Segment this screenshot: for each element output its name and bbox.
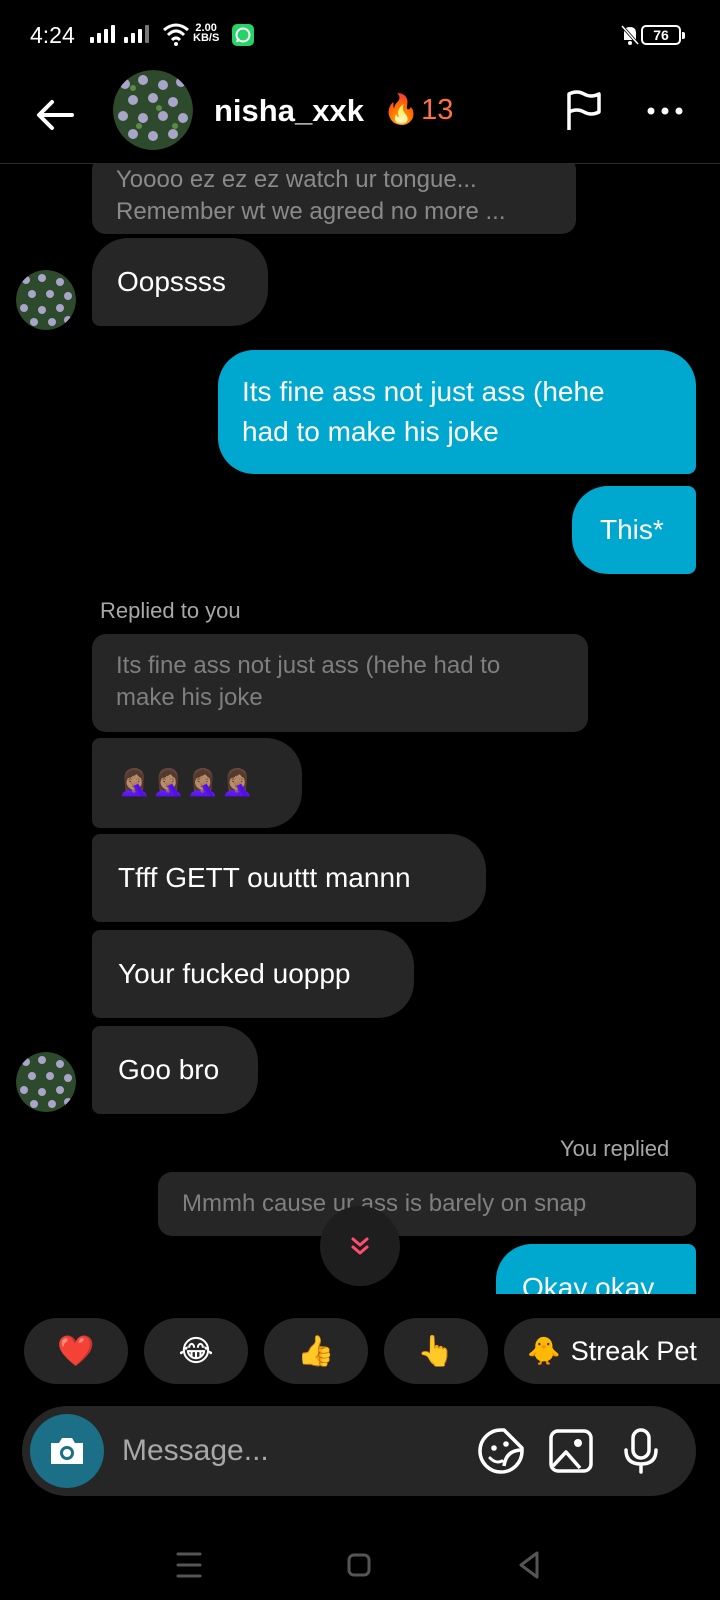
outgoing-message[interactable]: Okay okay [496, 1244, 696, 1294]
reaction-thumbs-up[interactable]: 👍 [264, 1318, 368, 1384]
signal-icon [90, 25, 115, 43]
incoming-message[interactable]: 🤦🏽‍♀️🤦🏽‍♀️🤦🏽‍♀️🤦🏽‍♀️ [92, 738, 302, 828]
message-text: Okay okay [522, 1272, 655, 1294]
quick-reactions-bar: ❤️ 😂 👍 👆 🐥 Streak Pet [0, 1318, 720, 1386]
camera-button[interactable] [30, 1414, 104, 1488]
quoted-message[interactable]: Its fine ass not just ass (hehe had to m… [92, 634, 588, 732]
wifi-icon [163, 23, 189, 46]
mute-bell-icon [620, 25, 640, 45]
back-arrow-icon[interactable] [30, 90, 80, 140]
gallery-icon[interactable] [546, 1426, 596, 1476]
double-chevron-down-icon [351, 1237, 369, 1255]
outgoing-message[interactable]: Its fine ass not just ass (hehe had to m… [218, 350, 696, 474]
incoming-message[interactable]: Your fucked uoppp [92, 930, 414, 1018]
chat-header: nisha_xxk 🔥 13 [0, 70, 720, 164]
network-speed-unit: KB/S [193, 32, 220, 44]
you-replied-label: You replied [560, 1136, 670, 1161]
reaction-point-up[interactable]: 👆 [384, 1318, 488, 1384]
message-text: This* [600, 514, 664, 545]
outgoing-message[interactable]: This* [572, 486, 696, 574]
heart-icon: ❤️ [57, 1334, 95, 1368]
back-nav-icon[interactable] [504, 1540, 554, 1590]
system-nav-bar [0, 1530, 720, 1600]
point-up-icon: 👆 [417, 1334, 455, 1368]
chat-username[interactable]: nisha_xxk [214, 93, 364, 129]
reaction-laugh[interactable]: 😂 [144, 1318, 248, 1384]
incoming-message[interactable]: Oopssss [92, 238, 268, 326]
incoming-message[interactable]: Goo bro [92, 1026, 258, 1114]
status-bar: 4:24 2.00 KB/S 76 [0, 0, 720, 70]
flag-icon[interactable] [561, 88, 607, 134]
streak-count: 13 [421, 93, 454, 126]
message-composer [22, 1406, 696, 1496]
message-text: Tfff GETT ouuttt mannn [118, 862, 411, 893]
battery-indicator: 76 [641, 25, 685, 45]
avatar[interactable] [113, 70, 193, 150]
scroll-to-bottom-button[interactable] [320, 1206, 400, 1286]
quoted-message[interactable]: Yoooo ez ez ez watch ur tongue... Rememb… [92, 164, 576, 234]
message-text: Its fine ass not just ass (hehe [242, 376, 605, 407]
avatar[interactable] [16, 270, 76, 330]
quoted-text-line: Mmmh cause ur ass is barely on snap [182, 1190, 587, 1217]
streak-pet-label: Streak Pet [570, 1335, 697, 1366]
message-text: had to make his joke [242, 416, 499, 447]
message-list[interactable]: Yoooo ez ez ez watch ur tongue... Rememb… [0, 164, 720, 1294]
whatsapp-icon [232, 24, 254, 46]
network-speed: 2.00 KB/S [193, 23, 220, 44]
streak-indicator: 🔥 13 [383, 93, 453, 127]
message-text: Your fucked uoppp [118, 958, 351, 989]
more-options-icon[interactable] [640, 88, 690, 134]
quoted-text-line: Its fine ass not just ass (hehe had to [116, 652, 501, 679]
quoted-text-line: Yoooo ez ez ez watch ur tongue... [116, 166, 477, 193]
reaction-heart[interactable]: ❤️ [24, 1318, 128, 1384]
incoming-message[interactable]: Tfff GETT ouuttt mannn [92, 834, 486, 922]
sticker-icon[interactable] [476, 1426, 526, 1476]
home-icon[interactable] [334, 1540, 384, 1590]
message-input[interactable] [122, 1428, 442, 1474]
recent-apps-icon[interactable] [164, 1540, 214, 1590]
signal-icon [124, 25, 149, 43]
fire-icon: 🔥 [383, 94, 420, 126]
message-text: Oopssss [117, 266, 226, 297]
message-emoji: 🤦🏽‍♀️🤦🏽‍♀️🤦🏽‍♀️🤦🏽‍♀️ [118, 767, 256, 797]
replied-label: Replied to you [100, 598, 241, 623]
microphone-icon[interactable] [616, 1426, 666, 1476]
camera-icon [51, 1438, 83, 1464]
thumbs-up-icon: 👍 [297, 1334, 335, 1368]
streak-pet-button[interactable]: 🐥 Streak Pet [504, 1318, 720, 1384]
avatar[interactable] [16, 1052, 76, 1112]
quoted-message[interactable]: Mmmh cause ur ass is barely on snap [158, 1172, 696, 1236]
message-text: Goo bro [118, 1054, 220, 1085]
streak-pet-icon: 🐥 [527, 1336, 561, 1366]
clock: 4:24 [30, 22, 75, 48]
quoted-text-line: Remember wt we agreed no more ... [116, 198, 506, 225]
laughing-face-icon: 😂 [178, 1334, 214, 1368]
quoted-text-line: make his joke [116, 684, 263, 711]
